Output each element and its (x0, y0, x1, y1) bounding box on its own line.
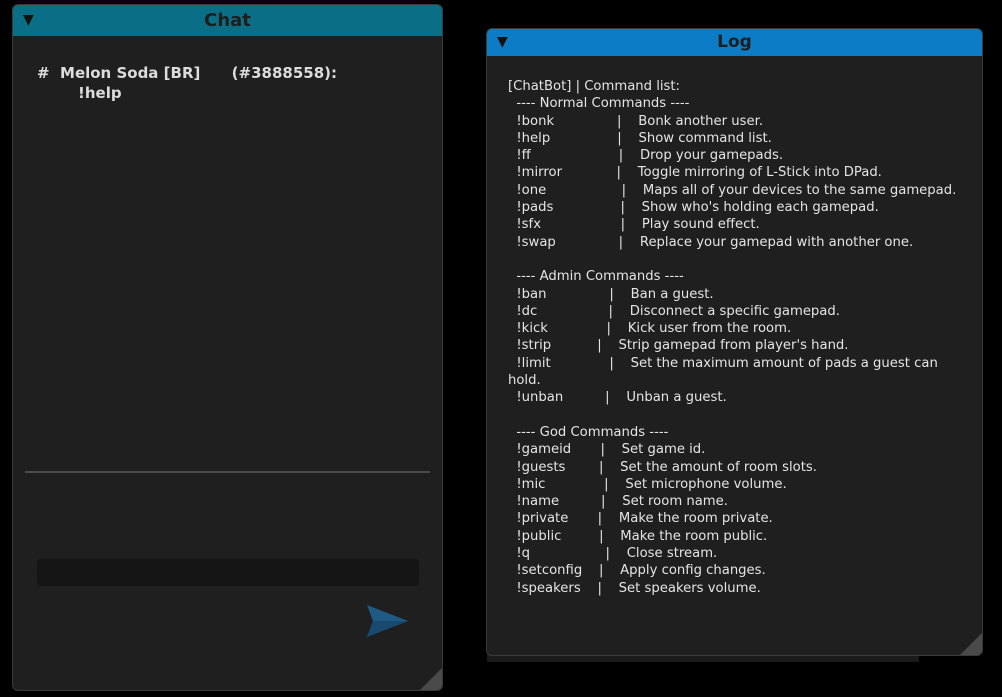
chat-message-list: # Melon Soda [BR] (#3888558): !help (37, 63, 422, 103)
message-text: !help (78, 84, 122, 102)
chat-input[interactable] (37, 559, 419, 586)
log-window: ▼ Log [ChatBot] | Command list: ---- Nor… (486, 28, 983, 656)
log-title: Log (717, 32, 752, 52)
log-titlebar[interactable]: ▼ Log (487, 29, 982, 56)
message-author: # Melon Soda [BR] (#3888558): (37, 64, 338, 82)
send-arrow-icon[interactable] (365, 603, 409, 639)
chat-divider (25, 471, 430, 473)
chat-titlebar[interactable]: ▼ Chat (13, 5, 442, 36)
chat-window: ▼ Chat # Melon Soda [BR] (#3888558): !he… (12, 4, 443, 691)
chat-title: Chat (204, 10, 251, 31)
log-text: [ChatBot] | Command list: ---- Normal Co… (508, 79, 957, 596)
chat-message: # Melon Soda [BR] (#3888558): !help (37, 63, 422, 103)
resize-grip-icon[interactable] (960, 633, 982, 655)
resize-grip-icon[interactable] (420, 668, 442, 690)
collapse-arrow-icon[interactable]: ▼ (497, 29, 508, 56)
collapse-arrow-icon[interactable]: ▼ (23, 5, 34, 36)
